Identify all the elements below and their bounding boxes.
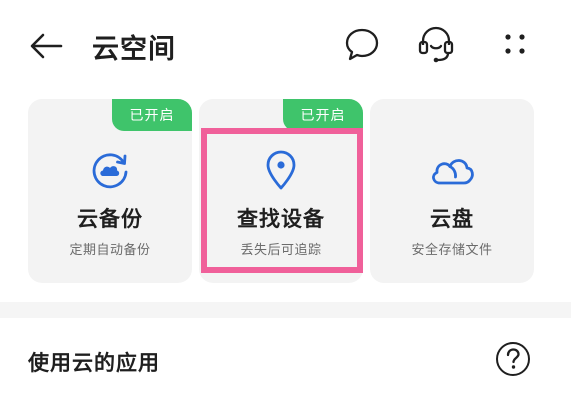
- status-badge: 已开启: [283, 99, 363, 131]
- four-dots-menu-icon: [505, 34, 525, 54]
- card-title: 云备份: [77, 207, 143, 231]
- cloud-drive-card[interactable]: 云盘 安全存储文件: [370, 99, 534, 283]
- card-title: 查找设备: [237, 207, 325, 231]
- cloud-backup-card[interactable]: 已开启 云备份 定期自动备份: [28, 99, 192, 283]
- more-button[interactable]: [493, 22, 537, 66]
- cloud-sync-icon: [92, 153, 128, 189]
- card-icon-wrap: [370, 149, 534, 191]
- headset-icon: [418, 26, 454, 63]
- question-mark-circle-icon: [496, 342, 530, 376]
- card-subtitle: 安全存储文件: [411, 243, 493, 258]
- help-button[interactable]: [494, 340, 532, 378]
- section-divider: [0, 302, 571, 318]
- cloud-icon: [432, 159, 474, 185]
- find-device-card[interactable]: 已开启 查找设备 丢失后可追踪: [199, 99, 363, 283]
- message-button[interactable]: [340, 22, 384, 66]
- card-subtitle: 丢失后可追踪: [240, 243, 322, 258]
- chat-bubble-icon: [345, 28, 379, 61]
- arrow-left-icon: [30, 33, 63, 59]
- card-icon-wrap: [28, 149, 192, 191]
- status-badge: 已开启: [112, 99, 192, 131]
- location-pin-icon: [266, 150, 296, 190]
- support-button[interactable]: [414, 22, 458, 66]
- cloud-feature-cards: 已开启 云备份 定期自动备份 已开启 查找设备 丢失后可追踪 云盘 安全存储文件: [28, 99, 548, 283]
- card-icon-wrap: [199, 149, 363, 191]
- card-title: 云盘: [430, 207, 474, 231]
- back-button[interactable]: [26, 26, 66, 66]
- app-header: 云空间: [0, 0, 571, 92]
- section-title: 使用云的应用: [28, 351, 160, 375]
- card-subtitle: 定期自动备份: [69, 243, 151, 258]
- page-title: 云空间: [92, 34, 176, 65]
